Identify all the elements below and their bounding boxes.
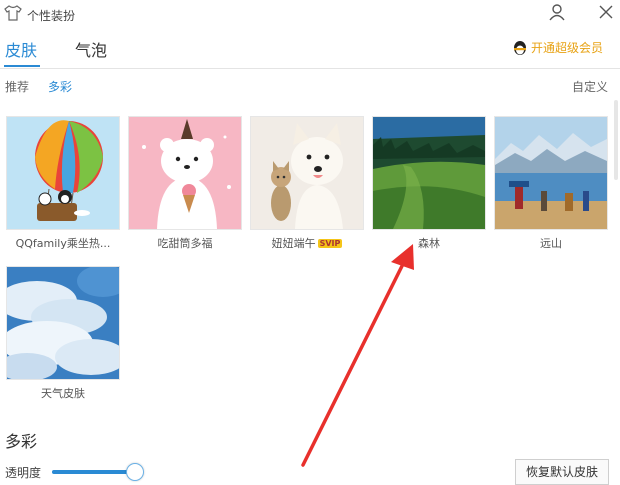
skin-name-text: 吃甜筒多福 (157, 237, 213, 250)
close-icon[interactable] (597, 3, 615, 25)
opacity-slider-knob[interactable] (126, 463, 144, 481)
tab-skin[interactable]: 皮肤 (5, 37, 37, 61)
skin-thumbnail (250, 116, 364, 230)
skin-item[interactable]: 森林 (372, 116, 486, 251)
skin-name: 远山 (540, 237, 562, 250)
skin-name: 森林 (418, 237, 440, 250)
main-tabs: 皮肤 气泡 开通超级会员 (0, 28, 620, 69)
restore-default-skin-button[interactable]: 恢复默认皮肤 (515, 459, 609, 485)
skin-name: 天气皮肤 (41, 387, 85, 400)
sub-tabs: 推荐 多彩 自定义 (0, 70, 620, 100)
window-title: 个性装扮 (27, 9, 76, 23)
opacity-slider[interactable] (52, 463, 144, 481)
active-tab-indicator (4, 65, 40, 67)
tab-bubble[interactable]: 气泡 (75, 37, 107, 61)
vip-link-label: 开通超级会员 (531, 41, 604, 55)
skin-name: 妞妞端午 SVIP (250, 235, 364, 251)
skin-item[interactable]: 天气皮肤 (6, 266, 120, 401)
skin-thumbnail (128, 116, 242, 230)
user-icon[interactable] (548, 3, 566, 25)
skin-thumbnail (494, 116, 608, 230)
skin-thumbnail (6, 266, 120, 380)
custom-skin-link[interactable]: 自定义 (572, 78, 608, 95)
skin-name: QQfamily乘坐热... (15, 237, 111, 250)
subtab-recommended[interactable]: 推荐 (5, 78, 29, 95)
opacity-slider-fill (52, 470, 134, 474)
skin-thumbnail (372, 116, 486, 230)
subtab-colorful[interactable]: 多彩 (48, 78, 72, 95)
scrollbar[interactable] (614, 100, 618, 180)
qq-penguin-icon (512, 40, 528, 59)
skin-item[interactable]: 妞妞端午 SVIP (250, 116, 364, 251)
skin-name: 吃甜筒多福 (128, 235, 242, 251)
skin-name-text: 妞妞端午 (271, 237, 316, 250)
opacity-label: 透明度 (5, 466, 42, 480)
shirt-icon (4, 5, 22, 25)
svip-badge: SVIP (317, 239, 343, 248)
title-bar: 个性装扮 (0, 0, 620, 28)
skin-item[interactable]: 吃甜筒多福 (128, 116, 242, 251)
skin-thumbnail (6, 116, 120, 230)
skin-item[interactable]: 远山 (494, 116, 608, 251)
section-title: 多彩 (5, 432, 38, 451)
vip-link[interactable]: 开通超级会员 (512, 39, 603, 59)
skin-item[interactable]: QQfamily乘坐热... (6, 116, 120, 251)
